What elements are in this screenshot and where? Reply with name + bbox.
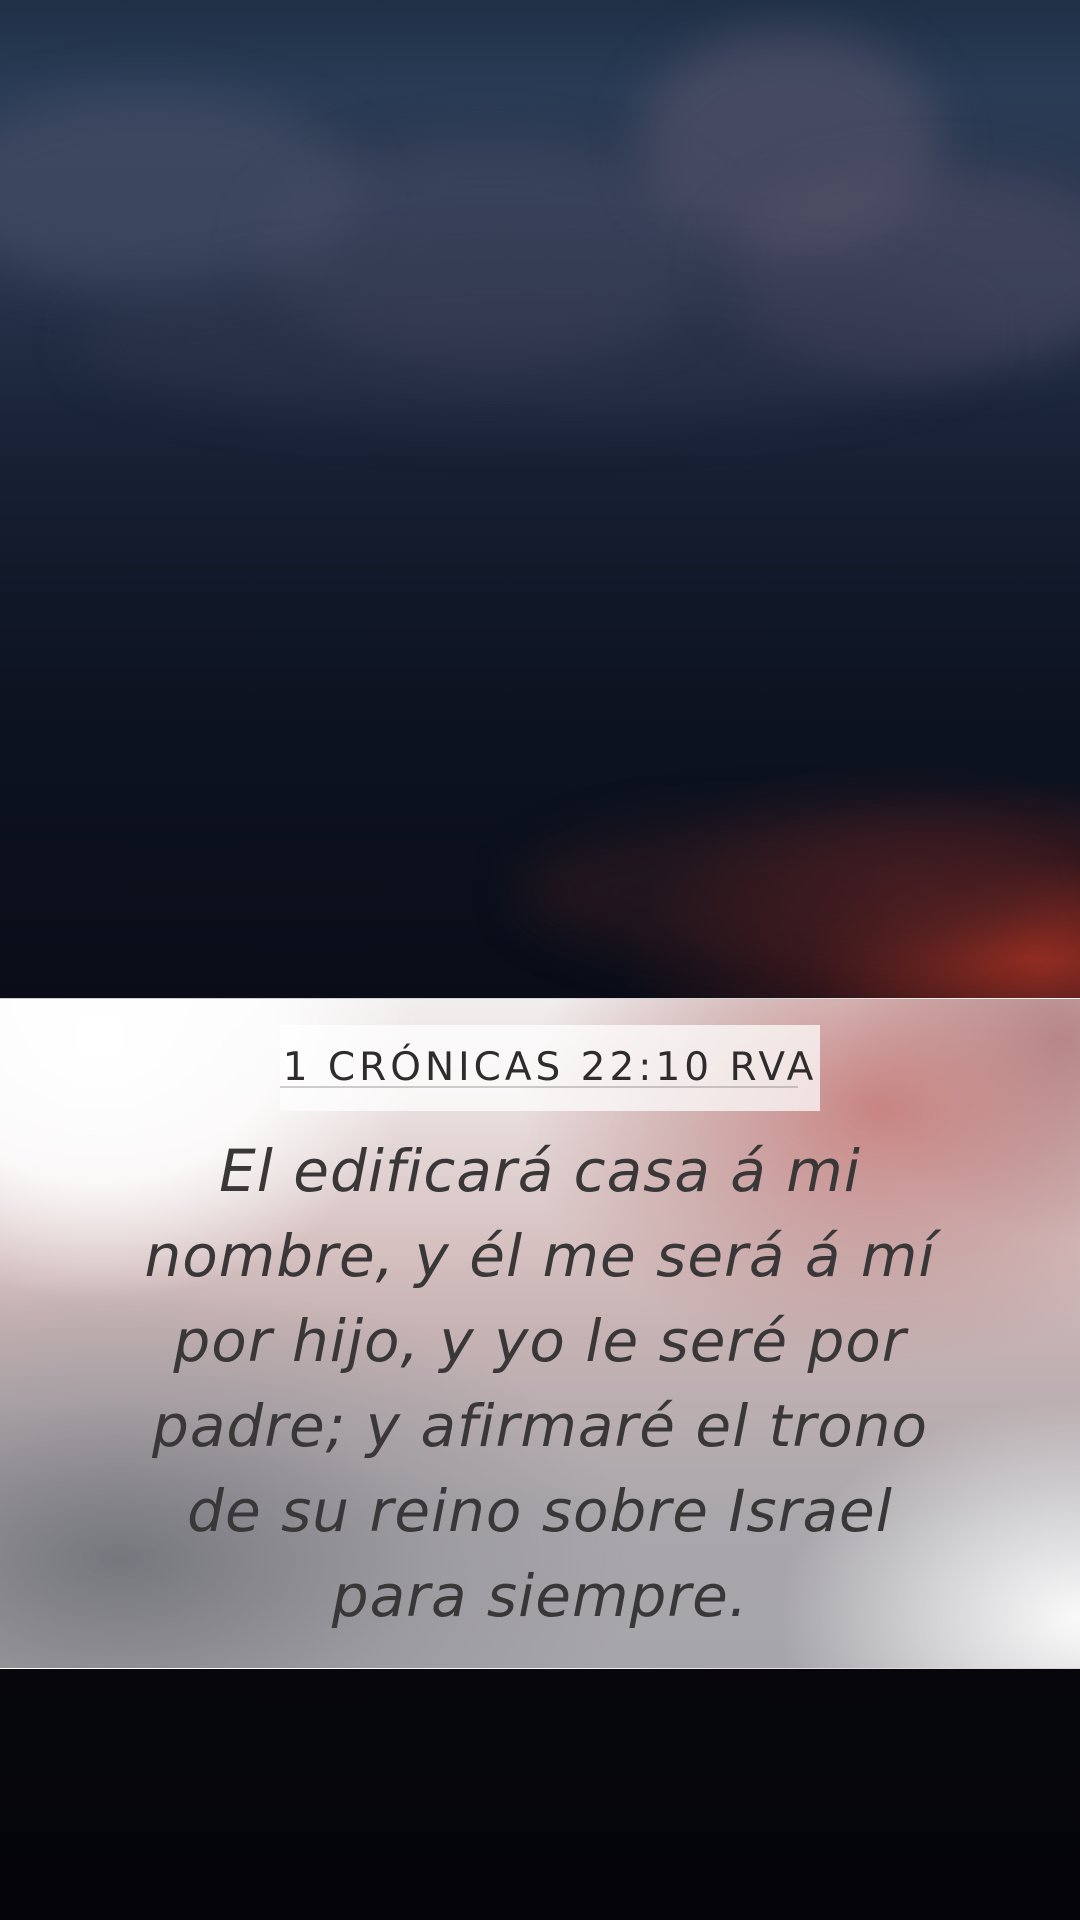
cloud xyxy=(80,260,980,420)
sunset-cloud xyxy=(520,820,1040,960)
reference-underline xyxy=(280,1086,798,1088)
verse-wallpaper: 1 Crónicas 22:10 RVA El edificará casa á… xyxy=(0,0,1080,1920)
reference-label-box: 1 Crónicas 22:10 RVA xyxy=(280,1025,820,1111)
verse-text: El edificará casa á mi nombre, y él me s… xyxy=(144,1137,936,1630)
verse-card: 1 Crónicas 22:10 RVA El edificará casa á… xyxy=(0,998,1080,1669)
